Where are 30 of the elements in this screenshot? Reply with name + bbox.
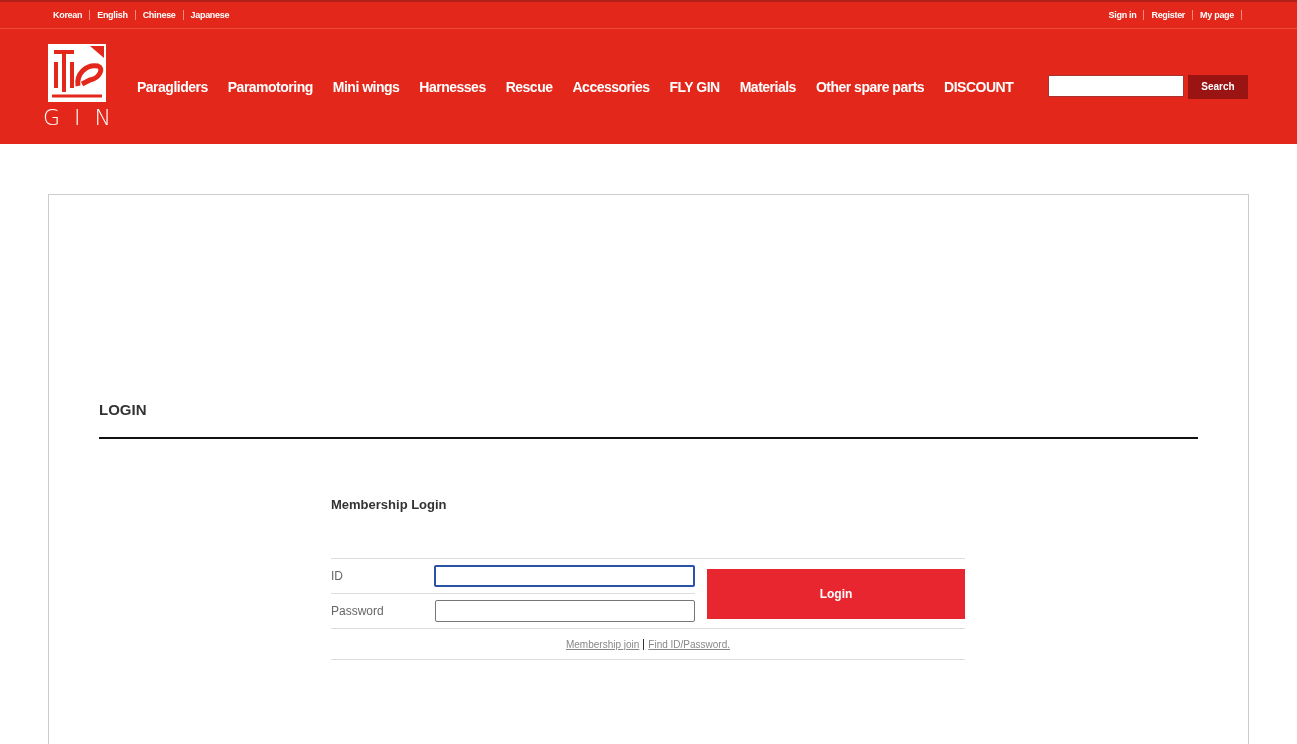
nav-link[interactable]: Paramotoring xyxy=(227,78,313,95)
nav-link[interactable]: DISCOUNT xyxy=(944,78,1014,95)
language-link[interactable]: Korean xyxy=(53,10,91,20)
field-label: Password xyxy=(331,604,385,618)
logo-text: GIN xyxy=(43,105,125,130)
language-link[interactable]: English xyxy=(97,10,136,20)
nav-link[interactable]: Materials xyxy=(739,78,796,95)
nav-link[interactable]: FLY GIN xyxy=(669,78,720,95)
input-field[interactable] xyxy=(434,565,695,587)
language-link[interactable]: Japanese xyxy=(190,10,230,20)
form-title: Membership Login xyxy=(331,497,448,512)
nav-link[interactable]: Paragliders xyxy=(137,78,208,95)
nav-link[interactable]: Other spare parts xyxy=(815,78,925,95)
text-link[interactable]: Find ID/Password. xyxy=(643,638,731,650)
language-link[interactable]: Chinese xyxy=(142,10,184,20)
account-link[interactable]: My page xyxy=(1200,10,1242,20)
logo-emblem-icon xyxy=(48,43,106,102)
nav-link[interactable]: Rescue xyxy=(505,78,553,95)
input-field[interactable] xyxy=(435,600,695,622)
field-label: ID xyxy=(331,569,344,583)
nav-link[interactable]: Mini wings xyxy=(332,78,400,95)
account-link[interactable]: Register xyxy=(1151,10,1194,20)
search-field[interactable] xyxy=(1048,74,1184,97)
text-link[interactable]: Membership join xyxy=(565,638,640,650)
login-button[interactable]: Login xyxy=(707,569,965,619)
page-title: LOGIN xyxy=(99,401,1198,439)
search-button[interactable]: Search xyxy=(1188,74,1248,99)
account-link[interactable]: Sign in xyxy=(1108,10,1145,20)
nav-link[interactable]: Accessories xyxy=(572,78,650,95)
nav-link[interactable]: Harnesses xyxy=(419,78,486,95)
